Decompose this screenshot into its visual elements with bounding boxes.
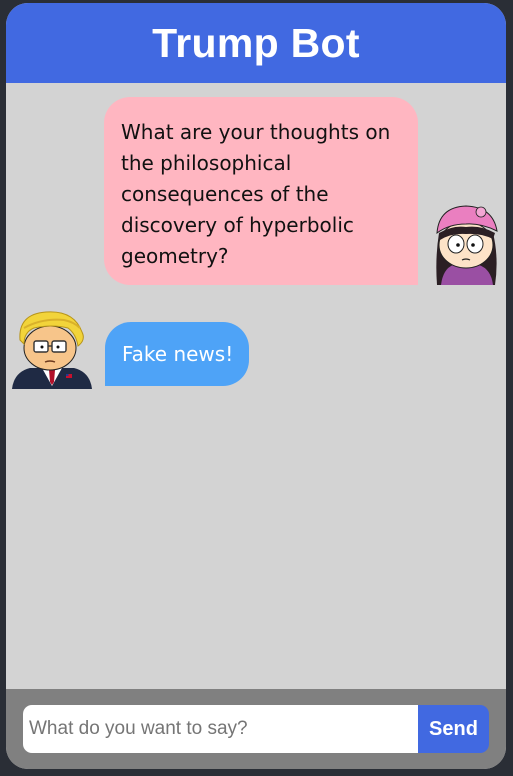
- composer-bar: Send: [6, 689, 506, 769]
- wendy-avatar-icon: [436, 205, 498, 285]
- chat-app: Trump Bot What are your thoughts on the …: [6, 3, 506, 769]
- bot-message-bubble: Fake news!: [105, 322, 249, 386]
- bot-avatar: [12, 306, 92, 389]
- user-avatar: [431, 203, 501, 285]
- message-input[interactable]: [23, 705, 418, 753]
- trump-avatar-icon: [12, 311, 92, 389]
- user-message-bubble: What are your thoughts on the philosophi…: [104, 97, 418, 285]
- header: Trump Bot: [6, 3, 506, 83]
- chat-area[interactable]: What are your thoughts on the philosophi…: [6, 83, 506, 689]
- app-title: Trump Bot: [152, 19, 360, 66]
- send-button[interactable]: Send: [418, 705, 489, 753]
